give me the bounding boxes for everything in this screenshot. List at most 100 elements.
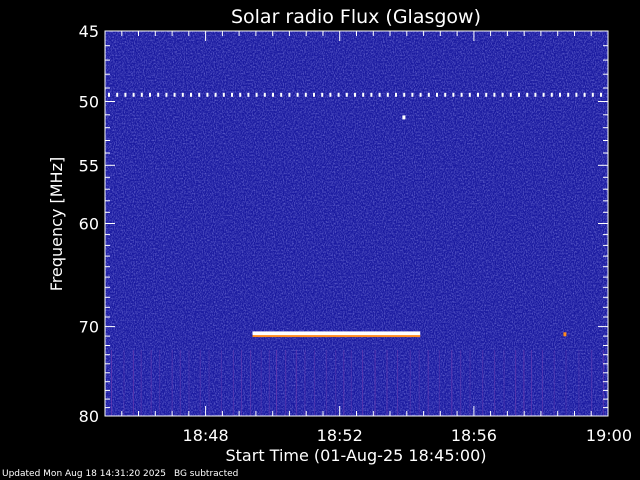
striation-line [132, 350, 134, 416]
dotted-line-mark [173, 92, 176, 97]
emission-dot [402, 115, 406, 120]
dotted-line-mark [583, 92, 586, 97]
striation-line [362, 350, 364, 416]
striation-line [482, 350, 484, 416]
striation-line [295, 350, 297, 416]
dotted-line-mark [395, 92, 397, 97]
striation-line [541, 350, 543, 416]
striation-line [250, 350, 252, 416]
dotted-line-mark [526, 92, 529, 97]
striation-line [232, 350, 234, 416]
x-tick-label: 18:52 [317, 426, 363, 445]
bg-subtracted-note: BG subtracted [173, 469, 239, 479]
dotted-line-mark [132, 92, 135, 97]
dotted-line-mark [600, 92, 602, 97]
dotted-line-mark [272, 92, 274, 97]
y-tick-label: 50 [79, 93, 99, 112]
striation-line [469, 350, 471, 416]
striation-line [188, 350, 190, 416]
striation-line [325, 350, 327, 416]
striation-line [285, 350, 287, 416]
striation-line [343, 350, 345, 416]
dotted-line-mark [575, 92, 578, 97]
striation-line [241, 350, 242, 416]
dotted-line-mark [321, 92, 324, 97]
dotted-line-mark [222, 92, 225, 97]
striation-line [276, 350, 277, 416]
striation-line [150, 350, 152, 416]
dotted-line-mark [509, 92, 512, 97]
dotted-line-mark [403, 92, 406, 97]
dotted-line-mark [288, 92, 291, 97]
dotted-line-mark [206, 92, 209, 97]
spectrogram-chart: Solar radio Flux (Glasgow) 45 50 55 60 70 80 1… [47, 6, 632, 465]
striation-line [523, 350, 525, 416]
plot-area [104, 30, 609, 417]
striation-line [602, 350, 604, 416]
striation-line [199, 350, 201, 416]
dotted-line-mark [296, 92, 299, 97]
striation-line [304, 350, 306, 416]
striation-line [386, 350, 388, 416]
dotted-line-mark [181, 92, 184, 97]
dotted-line-mark [337, 92, 340, 97]
striation-line [350, 350, 352, 416]
y-tick-label: 80 [79, 407, 99, 426]
striation-line [314, 350, 316, 416]
dotted-line-mark [501, 92, 504, 97]
dotted-line-mark [411, 92, 414, 97]
striation-line [494, 350, 496, 416]
updated-timestamp: Updated Mon Aug 18 14:31:20 2025 [2, 469, 166, 479]
dotted-line-mark [493, 92, 496, 97]
dotted-line-mark [108, 92, 110, 97]
striation-line [553, 350, 555, 416]
dotted-line-mark [313, 92, 315, 97]
striation-line [451, 350, 453, 416]
striation-line [179, 350, 181, 416]
striation-line [123, 350, 125, 416]
striation-line [111, 350, 112, 416]
dotted-line-mark [378, 92, 381, 97]
dotted-line-mark [362, 92, 365, 97]
chart-title: Solar radio Flux (Glasgow) [231, 6, 481, 28]
dotted-line-mark [534, 92, 537, 97]
dotted-line-mark [157, 92, 160, 97]
dotted-line-mark [386, 92, 389, 97]
striation-line [418, 350, 420, 416]
dotted-line-mark [444, 92, 447, 97]
dotted-line-mark [304, 92, 307, 97]
dotted-line-mark [345, 92, 348, 97]
x-tick-label: 18:56 [451, 426, 497, 445]
dotted-line-mark [370, 92, 373, 97]
striation-line [427, 350, 429, 416]
striation-line [565, 350, 567, 416]
striation-line [591, 350, 593, 416]
dotted-line-mark [263, 92, 266, 97]
dotted-line-mark [518, 92, 520, 97]
dotted-line-mark [124, 92, 127, 97]
y-tick-label: 55 [79, 156, 99, 175]
emission-dot [563, 332, 567, 337]
striation-line [397, 350, 398, 416]
dotted-line-mark [436, 92, 438, 97]
striation-line [409, 350, 411, 416]
dotted-line-mark [559, 92, 561, 97]
dotted-line-mark [567, 92, 570, 97]
y-axis-label: Frequency [MHz] [47, 157, 66, 291]
striation-line [220, 350, 222, 416]
striation-line [171, 350, 173, 416]
dotted-line-mark [460, 92, 463, 97]
y-tick-label: 70 [79, 318, 99, 337]
dotted-line-mark [477, 92, 479, 97]
x-tick-label: 19:00 [586, 426, 632, 445]
striation-line [503, 350, 505, 416]
dotted-line-mark [419, 92, 422, 97]
dotted-line-mark [591, 92, 594, 97]
dotted-line-mark [468, 92, 471, 97]
striation-line [374, 350, 376, 416]
dotted-line-mark [190, 92, 192, 97]
interference-band-edge [252, 335, 421, 338]
dotted-line-mark [255, 92, 258, 97]
dotted-line-mark [452, 92, 455, 97]
dotted-line-mark [329, 92, 332, 97]
